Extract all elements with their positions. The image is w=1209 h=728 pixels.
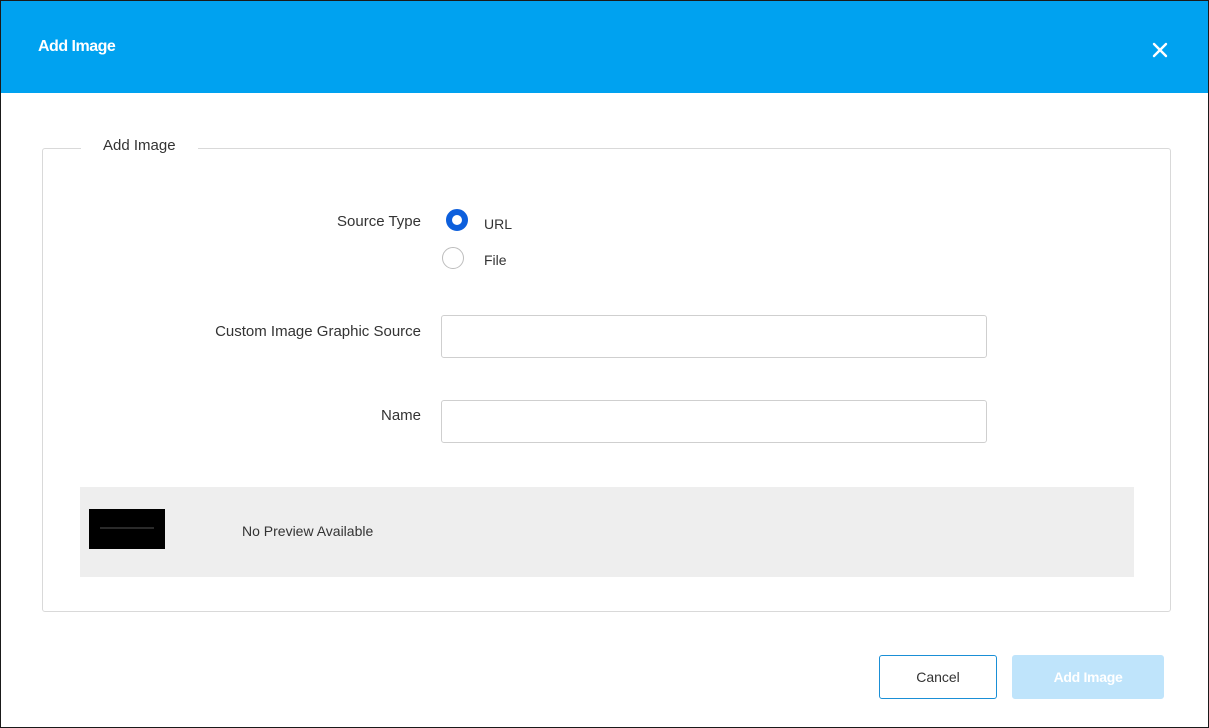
graphic-source-label: Custom Image Graphic Source [215, 323, 421, 340]
radio-url[interactable] [446, 209, 468, 231]
close-icon[interactable] [1149, 39, 1171, 61]
preview-thumbnail [89, 509, 165, 549]
radio-url-label[interactable]: URL [484, 216, 512, 232]
fieldset-legend: Add Image [81, 137, 198, 154]
name-input[interactable] [441, 400, 987, 443]
preview-area: No Preview Available [80, 487, 1134, 577]
radio-file[interactable] [442, 247, 464, 269]
dialog-title: Add Image [38, 38, 116, 55]
graphic-source-input[interactable] [441, 315, 987, 358]
add-image-button[interactable]: Add Image [1012, 655, 1164, 699]
dialog-header: Add Image [1, 1, 1208, 93]
preview-message: No Preview Available [242, 523, 374, 539]
source-type-label: Source Type [337, 213, 421, 230]
add-image-fieldset: Add Image Source Type URL File Custom Im… [42, 137, 1171, 612]
cancel-button[interactable]: Cancel [879, 655, 997, 699]
name-label: Name [380, 407, 421, 424]
add-image-dialog: Add Image Add Image Source Type URL File… [0, 0, 1209, 728]
radio-file-label[interactable]: File [484, 252, 507, 268]
